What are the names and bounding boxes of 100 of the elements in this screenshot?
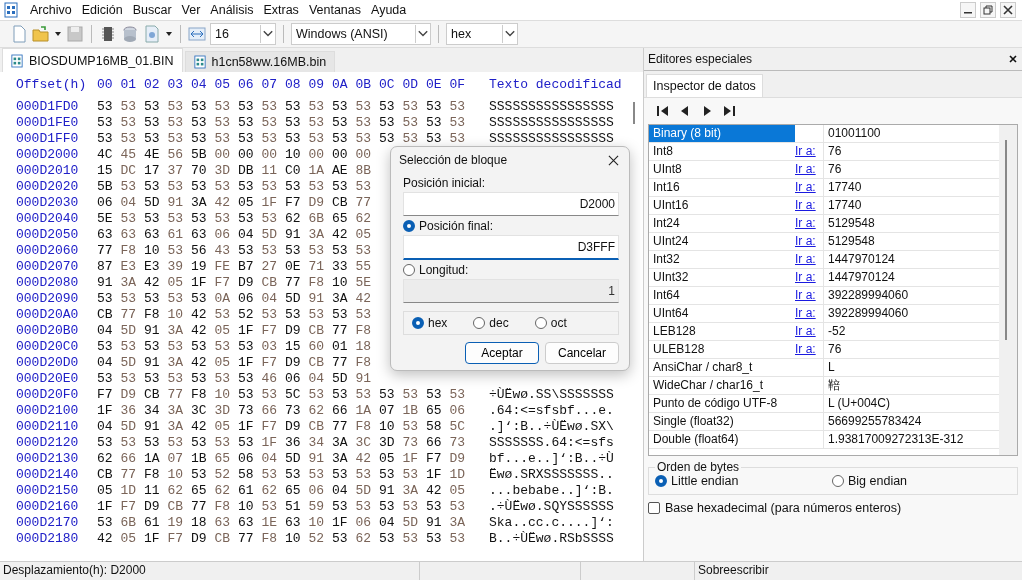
go-to-link[interactable]: Ir a:: [795, 198, 816, 212]
data-type-label[interactable]: Int64: [649, 287, 795, 304]
radio-button[interactable]: [403, 220, 415, 232]
radio-button[interactable]: [534, 317, 547, 329]
row-offset: 000D2150: [15, 483, 80, 499]
hex-byte: 06: [238, 451, 254, 466]
data-type-label[interactable]: LEB128: [649, 323, 795, 340]
last-icon[interactable]: [722, 104, 736, 118]
data-type-label[interactable]: Int24: [649, 215, 795, 232]
menu-item[interactable]: Extras: [259, 3, 305, 17]
hex-byte: 00: [355, 147, 372, 162]
go-to-link[interactable]: Ir a:: [795, 342, 816, 356]
close-icon[interactable]: [608, 154, 619, 166]
hex-byte: 10: [332, 275, 348, 290]
hex-byte: 63: [191, 227, 207, 242]
data-type-label[interactable]: UInt32: [649, 269, 795, 286]
inspector-tab[interactable]: Inspector de datos: [646, 74, 763, 97]
hex-byte: 51: [285, 499, 301, 514]
minimize-icon[interactable]: [960, 2, 976, 18]
radio-button[interactable]: [412, 317, 424, 329]
go-to-link[interactable]: Ir a:: [795, 306, 816, 320]
data-type-label[interactable]: Int32: [649, 251, 795, 268]
data-type-label[interactable]: Int16: [649, 179, 795, 196]
hex-byte: 53: [285, 467, 301, 482]
hex-byte: D9: [449, 451, 466, 466]
close-icon[interactable]: [1008, 54, 1018, 64]
data-type-label[interactable]: Double (float64): [649, 431, 795, 448]
hex-byte: 53: [191, 435, 207, 450]
hex-byte: 53: [449, 115, 466, 130]
data-type-label[interactable]: Punto de código UTF-8: [649, 395, 795, 412]
restore-icon[interactable]: [980, 2, 996, 18]
offset-base-dropdown[interactable]: hex: [446, 23, 518, 45]
data-type-label[interactable]: Int8: [649, 143, 795, 160]
hex-byte: D9: [120, 387, 137, 402]
file-tab[interactable]: h1cn58ww.16MB.bin: [184, 51, 336, 72]
data-type-label[interactable]: UInt16: [649, 197, 795, 214]
charset-dropdown[interactable]: Windows (ANSI): [291, 23, 431, 45]
data-type-label[interactable]: Single (float32): [649, 413, 795, 430]
chip-icon[interactable]: [99, 25, 117, 43]
hex-byte: 1F: [426, 467, 442, 482]
hex-byte: 53: [379, 99, 395, 114]
menu-item[interactable]: Archivo: [26, 3, 78, 17]
data-type-label[interactable]: WideChar / char16_t: [649, 377, 795, 394]
data-value: -52: [827, 323, 846, 340]
hex-byte: 53: [332, 307, 348, 322]
hex-byte: 59: [308, 499, 325, 514]
dialog-button[interactable]: Aceptar: [465, 342, 539, 364]
hex-byte: 00: [238, 147, 254, 162]
scrollbar-thumb[interactable]: [1005, 140, 1007, 340]
menu-item[interactable]: Buscar: [128, 3, 178, 17]
hex-byte: 04: [238, 227, 254, 242]
go-to-link[interactable]: Ir a:: [795, 144, 816, 158]
hex-byte: 53: [355, 467, 372, 482]
hex-byte: 00: [332, 147, 348, 162]
go-to-link[interactable]: Ir a:: [795, 270, 816, 284]
hex-byte: 05: [167, 275, 184, 290]
menu-item[interactable]: Edición: [77, 3, 129, 17]
data-value: 01001100: [827, 125, 881, 142]
go-to-link[interactable]: Ir a:: [795, 216, 816, 230]
data-type-label[interactable]: ULEB128: [649, 341, 795, 358]
hex-byte: 53: [238, 131, 254, 146]
radio-button[interactable]: [832, 475, 844, 487]
data-type-label[interactable]: AnsiChar / char8_t: [649, 359, 795, 376]
input-field[interactable]: D3FFF: [403, 235, 619, 260]
first-icon[interactable]: [656, 104, 670, 118]
menu-item[interactable]: Análisis: [206, 3, 260, 17]
go-to-link[interactable]: Ir a:: [795, 288, 816, 302]
hex-byte: 53: [285, 179, 301, 194]
bytes-per-row-dropdown[interactable]: 16: [210, 23, 276, 45]
decoded-text: B..÷ÙËwø.RSbSSSS: [489, 531, 614, 546]
hex-byte: 45: [120, 147, 137, 162]
input-field[interactable]: D2000: [403, 192, 619, 216]
hex-byte: 53: [449, 99, 466, 114]
width-arrows-icon[interactable]: [188, 25, 206, 43]
dialog-button[interactable]: Cancelar: [545, 342, 619, 364]
hex-byte: 77: [97, 243, 113, 258]
scrollbar-thumb[interactable]: [633, 102, 635, 124]
data-type-label[interactable]: UInt64: [649, 305, 795, 322]
data-type-label[interactable]: Binary (8 bit): [649, 125, 795, 142]
go-to-link[interactable]: Ir a:: [795, 324, 816, 338]
file-tab[interactable]: BIOSDUMP16MB_01.BIN: [2, 48, 183, 72]
caret-icon[interactable]: [54, 30, 62, 38]
data-type-label[interactable]: UInt8: [649, 161, 795, 178]
data-type-label[interactable]: UInt24: [649, 233, 795, 250]
hex-byte: 5D: [120, 355, 137, 370]
caret-icon[interactable]: [165, 30, 173, 38]
row-offset: 000D2050: [15, 227, 80, 243]
checkbox[interactable]: [648, 502, 660, 514]
go-to-link[interactable]: Ir a:: [795, 234, 816, 248]
menu-item[interactable]: Ver: [177, 3, 207, 17]
radio-button[interactable]: [655, 475, 667, 487]
go-to-link[interactable]: Ir a:: [795, 252, 816, 266]
go-to-link[interactable]: Ir a:: [795, 180, 816, 194]
radio-button[interactable]: [473, 317, 486, 329]
hex-byte: 05: [379, 451, 395, 466]
hex-byte: 53: [402, 387, 419, 402]
menu-item[interactable]: Ayuda: [367, 3, 413, 17]
menu-item[interactable]: Ventanas: [304, 3, 367, 17]
go-to-link[interactable]: Ir a:: [795, 162, 816, 176]
column-header: 0A: [332, 76, 349, 94]
